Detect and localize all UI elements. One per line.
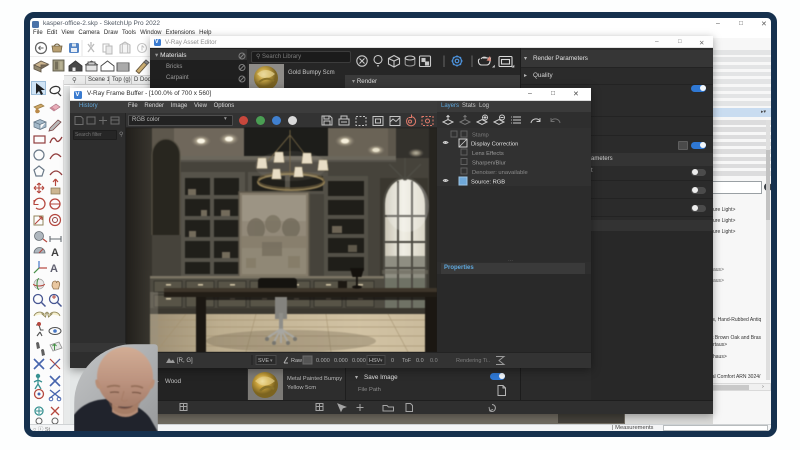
- svg-text:0.0: 0.0: [430, 358, 438, 364]
- svg-text:A: A: [51, 247, 59, 259]
- svg-text:Stamp: Stamp: [472, 133, 489, 139]
- svg-text:0.000: 0.000: [334, 358, 348, 364]
- svg-text:ToF: ToF: [402, 358, 412, 364]
- svg-text:[R, G]: [R, G]: [177, 358, 193, 364]
- svg-text:HSV: HSV: [369, 358, 381, 364]
- svg-text:SVE: SVE: [258, 358, 269, 364]
- svg-text:Sharpen/Blur: Sharpen/Blur: [472, 161, 506, 167]
- svg-text:Rendering Ti..: Rendering Ti..: [456, 358, 491, 364]
- svg-text:0.000: 0.000: [316, 358, 330, 364]
- svg-text:Lens Effects: Lens Effects: [472, 151, 504, 157]
- svg-text:0.0: 0.0: [416, 358, 424, 364]
- svg-text:Denoiser: unavailable: Denoiser: unavailable: [472, 170, 528, 176]
- svg-text:0.000: 0.000: [352, 358, 366, 364]
- svg-text:Source: RGB: Source: RGB: [471, 180, 505, 186]
- svg-text:A: A: [50, 263, 58, 275]
- svg-text:0: 0: [391, 358, 394, 364]
- svg-text:Raw: Raw: [291, 358, 302, 364]
- svg-text:Display Correction: Display Correction: [471, 142, 518, 148]
